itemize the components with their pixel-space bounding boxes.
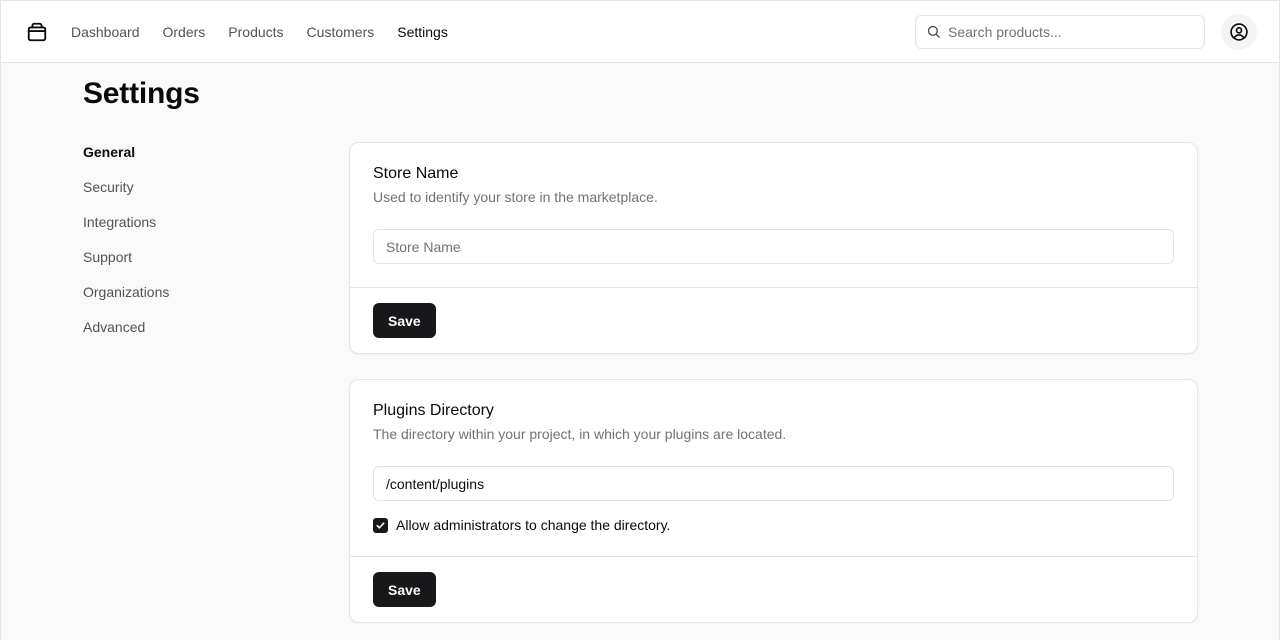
sidebar-item-security[interactable]: Security xyxy=(83,178,169,213)
plugins-directory-card-footer: Save xyxy=(350,556,1197,622)
search-icon xyxy=(926,24,942,40)
nav-settings[interactable]: Settings xyxy=(397,24,448,40)
plugins-directory-description: The directory within your project, in wh… xyxy=(373,426,787,442)
nav-products[interactable]: Products xyxy=(228,24,283,40)
allow-admin-change-checkbox[interactable] xyxy=(373,517,388,533)
store-name-card-body: Store Name Used to identify your store i… xyxy=(350,143,1197,287)
plugins-directory-input[interactable] xyxy=(373,466,1174,501)
sidebar-item-advanced[interactable]: Advanced xyxy=(83,318,169,353)
store-name-input[interactable] xyxy=(373,229,1174,264)
plugins-directory-card: Plugins Directory The directory within y… xyxy=(349,379,1198,623)
store-name-title: Store Name xyxy=(373,165,459,182)
package-icon[interactable] xyxy=(25,20,49,44)
top-navigation-bar: Dashboard Orders Products Customers Sett… xyxy=(1,1,1279,63)
nav-dashboard[interactable]: Dashboard xyxy=(71,24,140,40)
page-title: Settings xyxy=(83,77,200,110)
sidebar-item-integrations[interactable]: Integrations xyxy=(83,213,169,248)
sidebar-item-organizations[interactable]: Organizations xyxy=(83,283,169,318)
store-name-card-footer: Save xyxy=(350,287,1197,353)
plugins-directory-card-body: Plugins Directory The directory within y… xyxy=(350,380,1197,556)
sidebar-item-support[interactable]: Support xyxy=(83,248,169,283)
search-box[interactable] xyxy=(915,14,1205,49)
user-circle-icon xyxy=(1229,22,1249,42)
store-name-description: Used to identify your store in the marke… xyxy=(373,189,658,205)
nav-customers[interactable]: Customers xyxy=(307,24,375,40)
store-name-card: Store Name Used to identify your store i… xyxy=(349,142,1198,354)
app-window: Dashboard Orders Products Customers Sett… xyxy=(0,0,1280,640)
allow-admin-change-label[interactable]: Allow administrators to change the direc… xyxy=(396,517,670,533)
nav-orders[interactable]: Orders xyxy=(163,24,206,40)
store-name-save-button[interactable]: Save xyxy=(373,303,436,338)
check-icon xyxy=(375,520,386,531)
allow-admin-change-row: Allow administrators to change the direc… xyxy=(373,517,1174,533)
search-input[interactable] xyxy=(948,23,1188,40)
main-nav: Dashboard Orders Products Customers Sett… xyxy=(71,24,448,40)
sidebar-item-general[interactable]: General xyxy=(83,143,169,178)
user-avatar-button[interactable] xyxy=(1221,13,1257,50)
settings-sidebar: General Security Integrations Support Or… xyxy=(83,143,169,353)
plugins-directory-title: Plugins Directory xyxy=(373,402,494,419)
plugins-directory-save-button[interactable]: Save xyxy=(373,572,436,607)
